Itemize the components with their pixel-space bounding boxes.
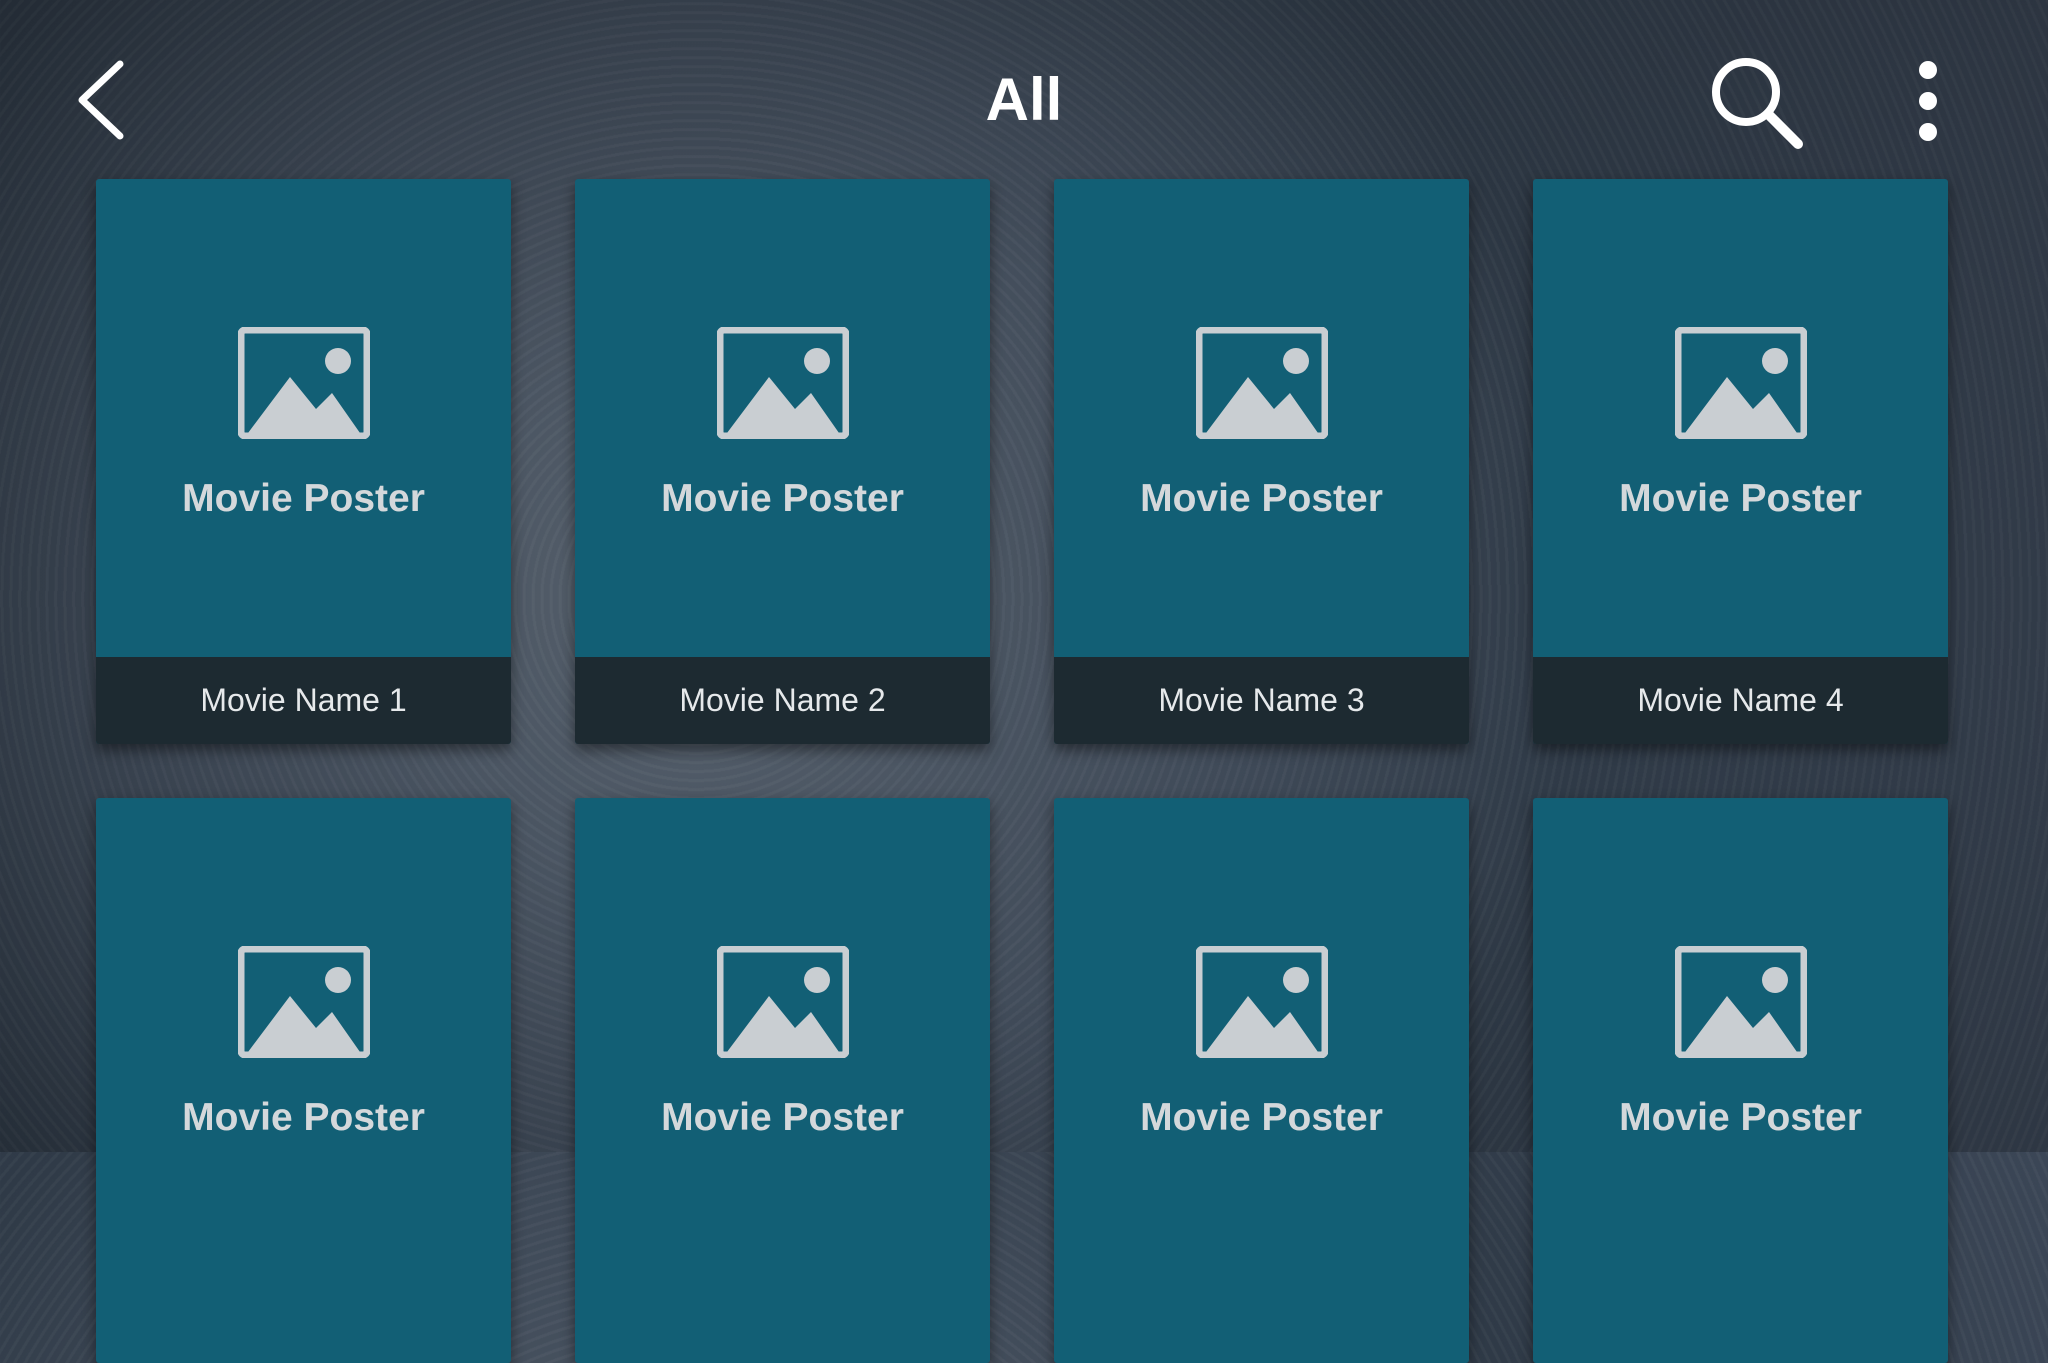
image-placeholder-icon	[1196, 946, 1328, 1058]
image-placeholder-icon	[1675, 946, 1807, 1058]
image-placeholder-icon	[238, 327, 370, 439]
movie-name: Movie Name 3	[1054, 657, 1469, 744]
movie-card[interactable]: Movie Poster Movie Name 4	[1533, 179, 1948, 744]
poster-label: Movie Poster	[182, 477, 425, 520]
movie-poster: Movie Poster	[1054, 798, 1469, 1276]
image-placeholder-icon	[717, 946, 849, 1058]
movie-poster: Movie Poster	[1533, 798, 1948, 1276]
page-title: All	[985, 66, 1063, 133]
image-placeholder-icon	[238, 946, 370, 1058]
movie-name: Movie Name 1	[96, 657, 511, 744]
poster-label: Movie Poster	[1140, 477, 1383, 520]
movie-grid: Movie Poster Movie Name 1 Movie Poster M…	[96, 179, 1952, 1363]
movie-poster: Movie Poster	[96, 798, 511, 1276]
back-button[interactable]	[62, 50, 142, 150]
movie-card[interactable]: Movie Poster	[1533, 798, 1948, 1363]
poster-label: Movie Poster	[661, 1096, 904, 1139]
chevron-left-icon	[78, 60, 124, 140]
poster-label: Movie Poster	[182, 1096, 425, 1139]
more-vertical-icon	[1919, 61, 1937, 141]
movie-poster: Movie Poster	[575, 179, 990, 657]
movie-card[interactable]: Movie Poster Movie Name 3	[1054, 179, 1469, 744]
movie-poster: Movie Poster	[1533, 179, 1948, 657]
movie-name: Movie Name 2	[575, 657, 990, 744]
poster-label: Movie Poster	[1619, 1096, 1862, 1139]
image-placeholder-icon	[1675, 327, 1807, 439]
search-icon	[1712, 58, 1803, 149]
image-placeholder-icon	[717, 327, 849, 439]
movie-card[interactable]: Movie Poster	[1054, 798, 1469, 1363]
poster-label: Movie Poster	[1140, 1096, 1383, 1139]
image-placeholder-icon	[1196, 327, 1328, 439]
poster-label: Movie Poster	[1619, 477, 1862, 520]
movie-poster: Movie Poster	[575, 798, 990, 1276]
movie-card[interactable]: Movie Poster	[96, 798, 511, 1363]
search-button[interactable]	[1706, 52, 1806, 152]
movie-poster: Movie Poster	[1054, 179, 1469, 657]
poster-label: Movie Poster	[661, 477, 904, 520]
top-bar: All	[0, 0, 2048, 180]
movie-poster: Movie Poster	[96, 179, 511, 657]
more-options-button[interactable]	[1900, 52, 1956, 152]
movie-name: Movie Name 4	[1533, 657, 1948, 744]
movie-card[interactable]: Movie Poster Movie Name 1	[96, 179, 511, 744]
movie-card[interactable]: Movie Poster Movie Name 2	[575, 179, 990, 744]
movie-card[interactable]: Movie Poster	[575, 798, 990, 1363]
